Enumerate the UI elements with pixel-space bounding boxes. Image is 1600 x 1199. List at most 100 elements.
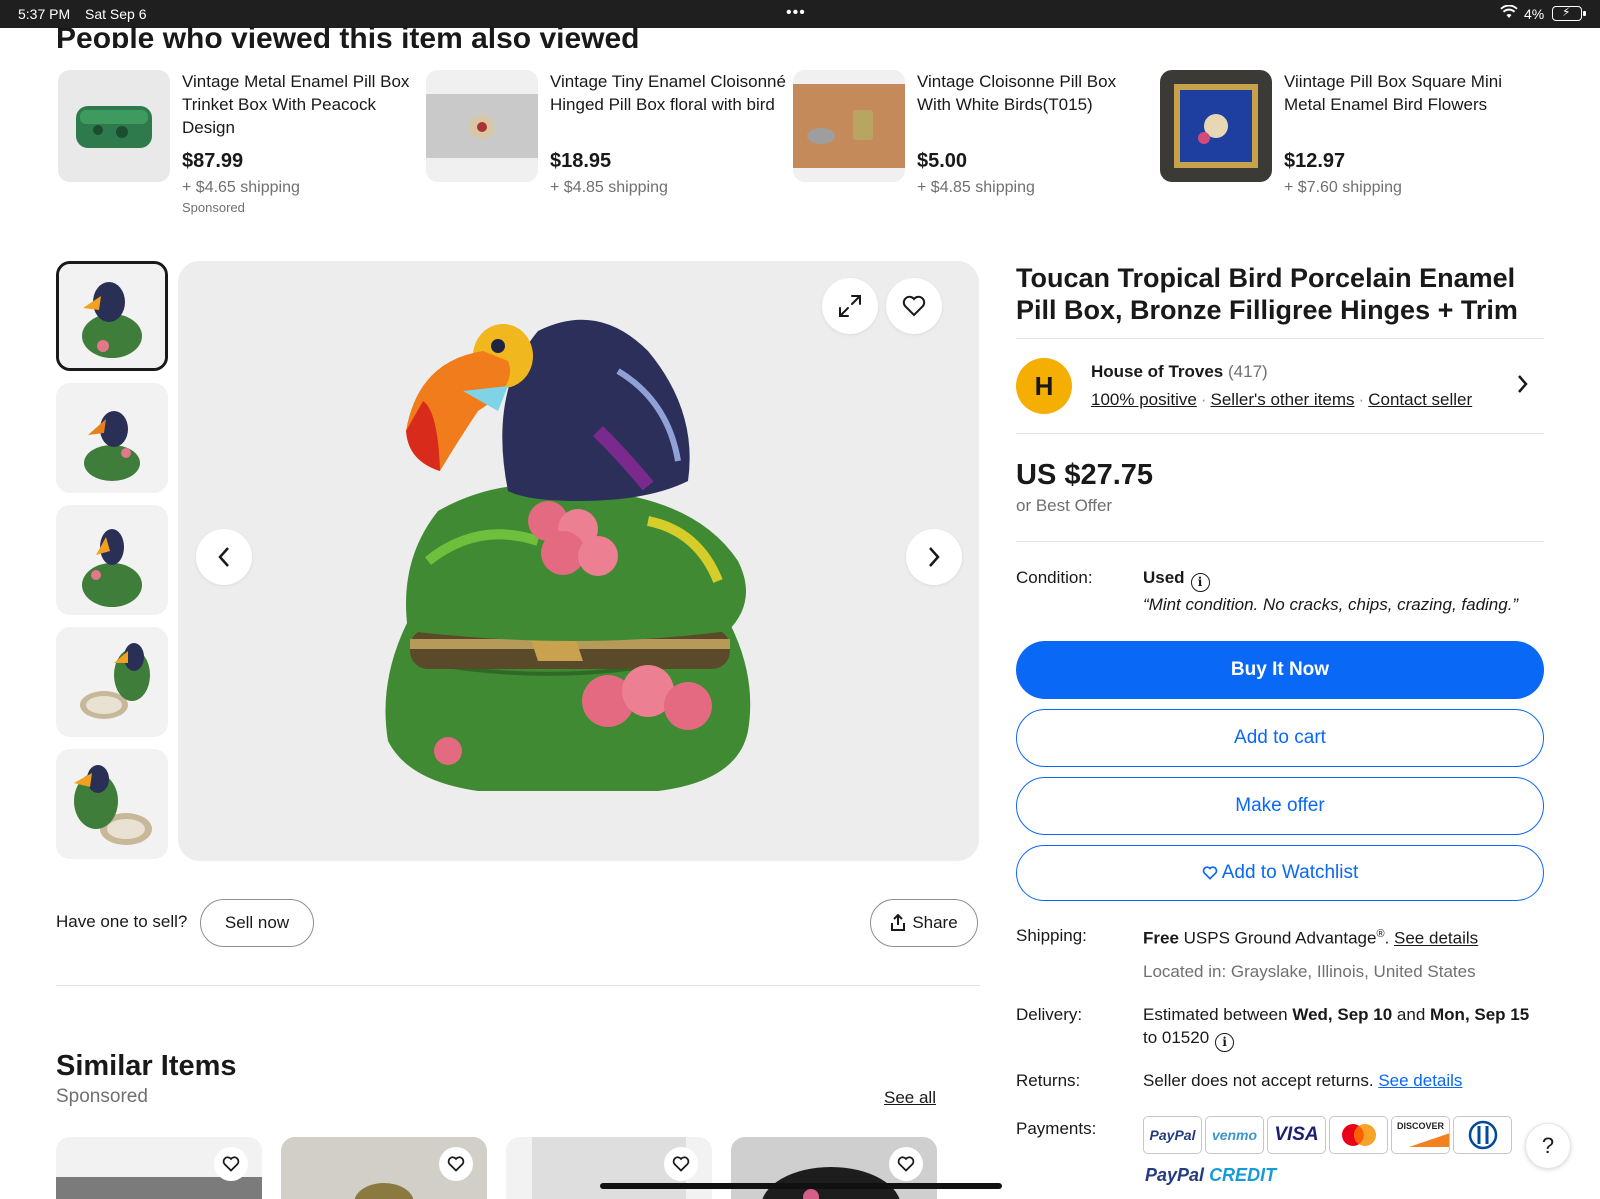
battery-percent: 4% — [1524, 6, 1545, 22]
product-price: $18.95 — [550, 150, 612, 172]
paypal-credit-b: CREDIT — [1209, 1165, 1277, 1185]
product-price: $12.97 — [1284, 150, 1346, 172]
gallery-thumbnail[interactable] — [56, 627, 168, 737]
main-product-image[interactable] — [178, 261, 979, 861]
sell-question: Have one to sell? — [56, 912, 188, 931]
product-shipping: + $4.85 shipping — [917, 179, 1035, 196]
condition-label: Condition: — [1016, 568, 1093, 587]
returns-text: Seller does not accept returns. — [1143, 1071, 1374, 1090]
returns-see-details-link[interactable]: See details — [1378, 1071, 1462, 1090]
multitask-dots-icon[interactable]: ••• — [786, 4, 806, 22]
sell-now-button[interactable]: Sell now — [200, 899, 314, 947]
condition-value: Used i — [1143, 568, 1210, 592]
product-name[interactable]: Viintage Pill Box Square Mini Metal Enam… — [1284, 70, 1520, 142]
product-thumbnail[interactable] — [58, 70, 170, 182]
sponsored-label: Sponsored — [182, 200, 245, 215]
payments-label: Payments: — [1016, 1119, 1097, 1138]
venmo-logo: venmo — [1205, 1116, 1264, 1154]
shipping-free: Free — [1143, 928, 1179, 948]
share-button[interactable]: Share — [870, 899, 978, 947]
add-to-watchlist-label: Add to Watchlist — [1221, 862, 1359, 883]
add-to-watchlist-button[interactable]: Add to Watchlist — [1016, 845, 1544, 901]
see-all-link[interactable]: See all — [884, 1088, 936, 1108]
product-shipping: + $7.60 shipping — [1284, 179, 1402, 196]
item-location: Located in: Grayslake, Illinois, United … — [1143, 962, 1476, 981]
chevron-left-icon[interactable] — [196, 529, 252, 585]
buy-it-now-button[interactable]: Buy It Now — [1016, 641, 1544, 699]
heart-icon — [1202, 866, 1217, 880]
product-name[interactable]: Vintage Metal Enamel Pill Box Trinket Bo… — [182, 70, 418, 142]
similar-item-card[interactable] — [281, 1137, 487, 1199]
discover-logo: DISCOVER — [1391, 1116, 1450, 1154]
divider — [56, 985, 980, 986]
info-icon[interactable]: i — [1190, 572, 1210, 592]
seller-avatar[interactable]: H — [1016, 358, 1072, 414]
shipping-see-details-link[interactable]: See details — [1394, 929, 1478, 948]
shipping-service: USPS Ground Advantage — [1183, 928, 1377, 948]
positive-feedback-link[interactable]: 100% positive — [1091, 390, 1197, 409]
paypal-logo: PayPal — [1143, 1116, 1202, 1154]
discover-text: DISCOVER — [1396, 1121, 1444, 1131]
similar-item-card[interactable] — [506, 1137, 712, 1199]
divider — [1016, 338, 1544, 339]
add-to-cart-button[interactable]: Add to cart — [1016, 709, 1544, 767]
seller-other-items-link[interactable]: Seller's other items — [1211, 390, 1355, 409]
delivery-value: Estimated between Wed, Sep 10 and Mon, S… — [1143, 1005, 1529, 1025]
condition-note: “Mint condition. No cracks, chips, crazi… — [1143, 595, 1519, 614]
also-viewed-card[interactable]: Vintage Tiny Enamel Cloisonné Hinged Pil… — [426, 70, 786, 220]
gallery-thumbnail[interactable] — [56, 383, 168, 493]
product-thumbnail[interactable] — [793, 70, 905, 182]
similar-item-card[interactable] — [731, 1137, 937, 1199]
wifi-icon — [1500, 4, 1518, 22]
delivery-zip-row: to 01520 i — [1143, 1028, 1235, 1052]
share-label: Share — [912, 913, 958, 932]
mastercard-logo — [1329, 1116, 1388, 1154]
also-viewed-card[interactable]: Viintage Pill Box Square Mini Metal Enam… — [1160, 70, 1520, 220]
listing-title: Toucan Tropical Bird Porcelain Enamel Pi… — [1016, 263, 1518, 325]
product-shipping: + $4.65 shipping — [182, 179, 300, 196]
shipping-value: Free USPS Ground Advantage®. See details — [1143, 928, 1479, 948]
returns-label: Returns: — [1016, 1071, 1081, 1090]
gallery-thumbnail[interactable] — [56, 261, 168, 371]
home-indicator[interactable] — [600, 1183, 1002, 1189]
also-viewed-card[interactable]: Vintage Metal Enamel Pill Box Trinket Bo… — [58, 70, 418, 220]
gallery-thumbnail[interactable] — [56, 749, 168, 859]
similar-items-title: Similar Items — [56, 1050, 237, 1082]
also-viewed-card[interactable]: Vintage Cloisonne Pill Box With White Bi… — [793, 70, 1153, 220]
help-button[interactable]: ? — [1525, 1123, 1571, 1169]
make-offer-button[interactable]: Make offer — [1016, 777, 1544, 835]
heart-icon[interactable] — [664, 1147, 698, 1181]
seller-name-text[interactable]: House of Troves — [1091, 362, 1223, 381]
divider — [1016, 433, 1544, 434]
product-price: $87.99 — [182, 150, 244, 172]
similar-item-card[interactable] — [56, 1137, 262, 1199]
chevron-right-icon[interactable] — [906, 529, 962, 585]
condition-text: Used — [1143, 568, 1185, 587]
product-thumbnail[interactable] — [1160, 70, 1272, 182]
product-name[interactable]: Vintage Tiny Enamel Cloisonné Hinged Pil… — [550, 70, 786, 142]
visa-logo: VISA — [1267, 1116, 1326, 1154]
best-offer-label: or Best Offer — [1016, 496, 1113, 515]
expand-icon[interactable] — [822, 278, 878, 334]
heart-icon[interactable] — [886, 278, 942, 334]
info-icon[interactable]: i — [1215, 1032, 1235, 1052]
gallery-thumbnail[interactable] — [56, 505, 168, 615]
heart-icon[interactable] — [439, 1147, 473, 1181]
heart-icon[interactable] — [889, 1147, 923, 1181]
delivery-zip[interactable]: to 01520 — [1143, 1028, 1209, 1047]
contact-seller-link[interactable]: Contact seller — [1368, 390, 1472, 409]
product-thumbnail[interactable] — [426, 70, 538, 182]
make-offer-label: Make offer — [1235, 795, 1325, 816]
buy-it-now-label: Buy It Now — [1230, 659, 1330, 680]
product-name[interactable]: Vintage Cloisonne Pill Box With White Bi… — [917, 70, 1153, 142]
shipping-label: Shipping: — [1016, 926, 1087, 945]
seller-name[interactable]: House of Troves (417) — [1091, 362, 1268, 382]
item-price: US $27.75 — [1016, 459, 1154, 491]
seller-links: 100% positive · Seller's other items · Conta… — [1091, 390, 1473, 409]
chevron-right-icon[interactable] — [1516, 374, 1528, 399]
product-shipping: + $4.85 shipping — [550, 179, 668, 196]
product-price: $5.00 — [917, 150, 968, 172]
heart-icon[interactable] — [214, 1147, 248, 1181]
delivery-and: and — [1396, 1005, 1426, 1024]
divider — [1016, 541, 1544, 542]
